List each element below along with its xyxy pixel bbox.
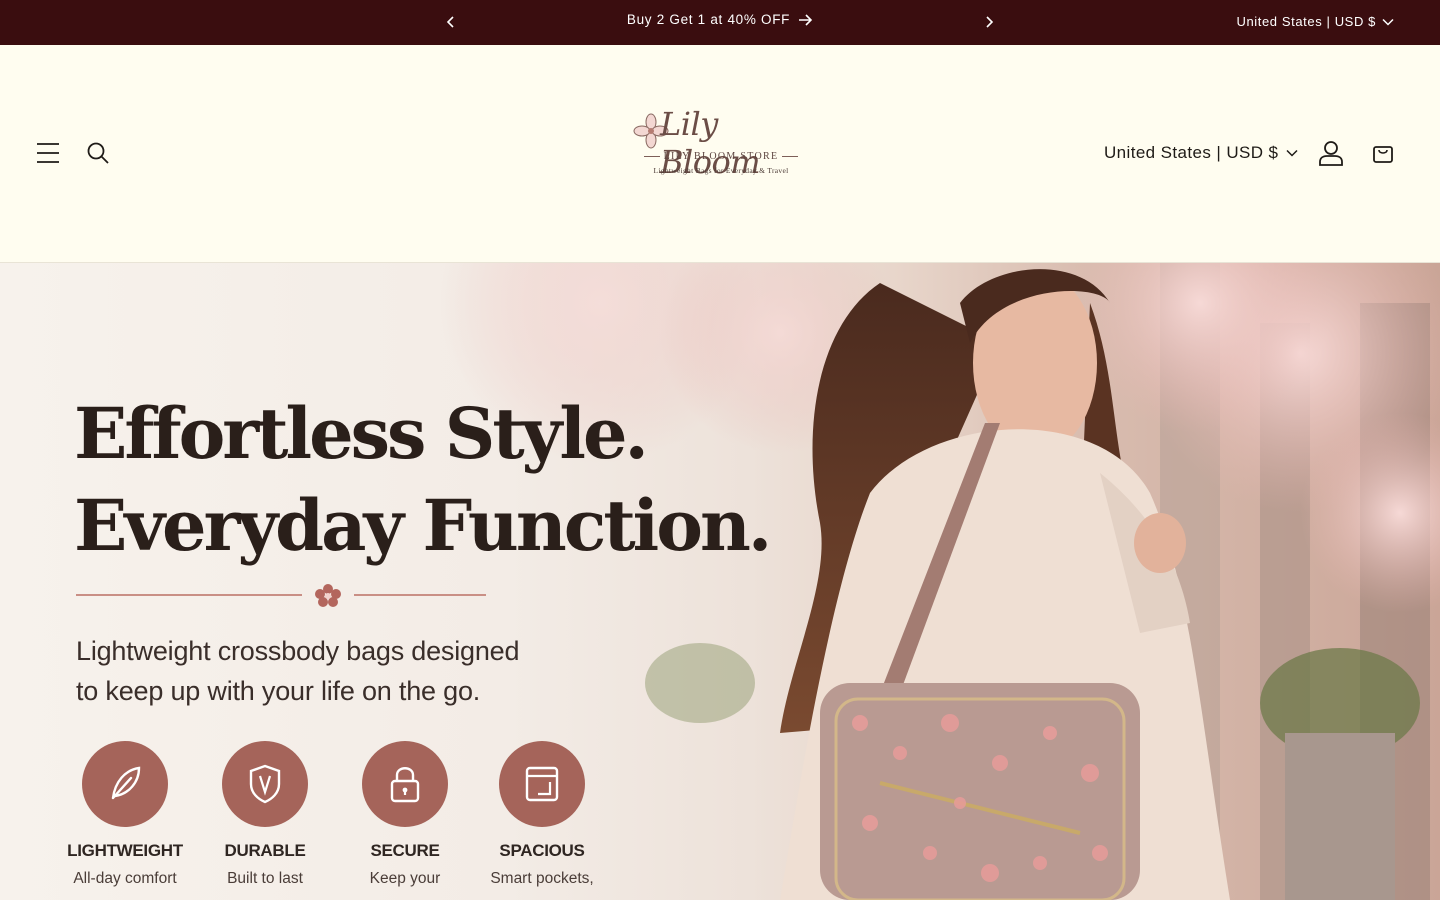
menu-button[interactable]	[34, 139, 62, 167]
shield-icon	[249, 764, 281, 804]
shopping-bag-icon	[1373, 146, 1393, 163]
arrow-right-icon	[799, 13, 813, 26]
feature-durable: DURABLE Built to last	[200, 741, 330, 888]
chevron-right-icon	[986, 16, 994, 28]
chevron-down-icon	[1382, 18, 1394, 26]
logo-store-text: LILY BLOOM STORE	[630, 151, 812, 162]
pocket-icon	[525, 766, 559, 802]
header-locale-selector[interactable]: United States | USD $	[1104, 143, 1298, 163]
announcement-text: Buy 2 Get 1 at 40% OFF	[626, 12, 791, 27]
feature-subtitle: All-day comfort	[73, 870, 177, 887]
hamburger-menu-icon	[37, 143, 59, 163]
lock-icon	[390, 767, 420, 803]
hero-headline-line1: Effortless Style.	[74, 392, 649, 475]
feature-title: LIGHTWEIGHT	[67, 841, 183, 860]
account-button[interactable]	[1317, 139, 1345, 167]
flower-icon	[315, 584, 341, 607]
feature-title: SPACIOUS	[499, 841, 585, 860]
feature-subtitle: Keep your	[369, 870, 441, 887]
divider-line-right	[354, 594, 486, 596]
divider-line-left	[76, 594, 302, 596]
feather-icon	[111, 766, 141, 800]
feature-title: SECURE	[370, 841, 440, 860]
feature-spacious: SPACIOUS Smart pockets,	[477, 741, 607, 888]
feature-subtitle: Built to last	[227, 870, 303, 887]
hero-divider	[76, 583, 488, 607]
feature-badge	[499, 741, 585, 827]
search-icon	[87, 142, 109, 164]
feature-badge	[222, 741, 308, 827]
search-button[interactable]	[84, 139, 112, 167]
hero-subtext-line1: Lightweight crossbody bags designed	[76, 636, 520, 666]
cart-button[interactable]	[1369, 139, 1397, 167]
chevron-down-icon	[1286, 149, 1298, 157]
header-locale-label: United States | USD $	[1104, 143, 1279, 162]
hero-headline: Effortless Style. Everyday Function.	[74, 388, 772, 572]
announcement-message-link[interactable]: Buy 2 Get 1 at 40% OFF	[0, 12, 1440, 27]
hero-headline-line2: Everyday Function.	[74, 484, 772, 567]
hero-banner[interactable]: Effortless Style. Everyday Function. Lig…	[0, 263, 1440, 900]
announcement-bar: Buy 2 Get 1 at 40% OFF United States | U…	[0, 0, 1440, 45]
feature-secure: SECURE Keep your	[340, 741, 470, 888]
feature-title: DURABLE	[224, 841, 306, 860]
announcement-next-button[interactable]	[979, 12, 999, 32]
feature-badge	[82, 741, 168, 827]
feature-subtitle: Smart pockets,	[490, 870, 594, 887]
feature-lightweight: LIGHTWEIGHT All-day comfort	[60, 741, 190, 888]
hero-subtext-line2: to keep up with your life on the go.	[76, 676, 481, 706]
store-logo[interactable]: Lily Bloom LILY BLOOM STORE Lightweight …	[630, 105, 820, 185]
hero-subtext: Lightweight crossbody bags designed to k…	[76, 631, 616, 711]
feature-badge	[362, 741, 448, 827]
feature-list: LIGHTWEIGHT All-day comfort DURABLE Buil…	[60, 741, 620, 900]
user-icon	[1319, 141, 1343, 166]
announcement-locale-label: United States | USD $	[1236, 14, 1376, 29]
announcement-locale-selector[interactable]: United States | USD $	[1236, 14, 1394, 29]
logo-tagline: Lightweight Bags for Everyday & Travel	[653, 166, 789, 175]
site-header: Lily Bloom LILY BLOOM STORE Lightweight …	[0, 45, 1440, 263]
